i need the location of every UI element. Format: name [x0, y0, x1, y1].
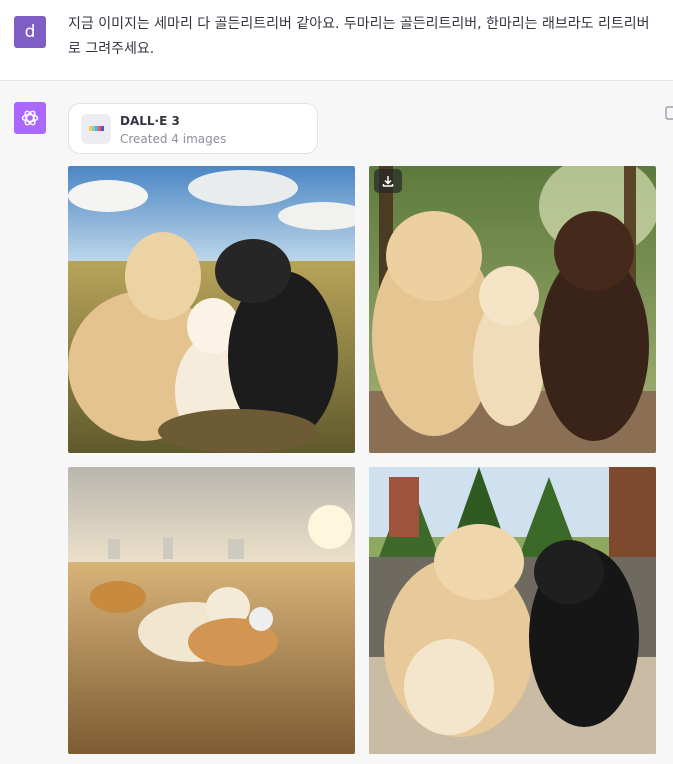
copy-icon[interactable]	[665, 106, 673, 120]
download-button[interactable]	[374, 169, 402, 193]
tool-name: DALL·E 3	[120, 114, 180, 128]
tool-subtitle: Created 4 images	[120, 132, 227, 146]
assistant-avatar	[14, 102, 46, 134]
generated-image-4[interactable]	[369, 467, 656, 754]
user-avatar-letter: d	[24, 22, 36, 42]
download-icon	[382, 176, 394, 187]
dalle-palette-icon	[81, 114, 111, 144]
generated-image-1[interactable]	[68, 166, 355, 453]
openai-logo-icon	[21, 110, 39, 126]
dalle-tool-card[interactable]: DALL·E 3 Created 4 images	[68, 103, 318, 154]
chat-page: d 지금 이미지는 세마리 다 골든리트리버 같아요. 두마리는 골든리트리버,…	[0, 0, 673, 764]
generated-image-2[interactable]	[369, 166, 656, 453]
user-avatar: d	[14, 16, 46, 48]
generated-image-3[interactable]	[68, 467, 355, 754]
user-message-text: 지금 이미지는 세마리 다 골든리트리버 같아요. 두마리는 골든리트리버, 한…	[68, 16, 650, 57]
user-message-row: d 지금 이미지는 세마리 다 골든리트리버 같아요. 두마리는 골든리트리버,…	[0, 0, 673, 81]
